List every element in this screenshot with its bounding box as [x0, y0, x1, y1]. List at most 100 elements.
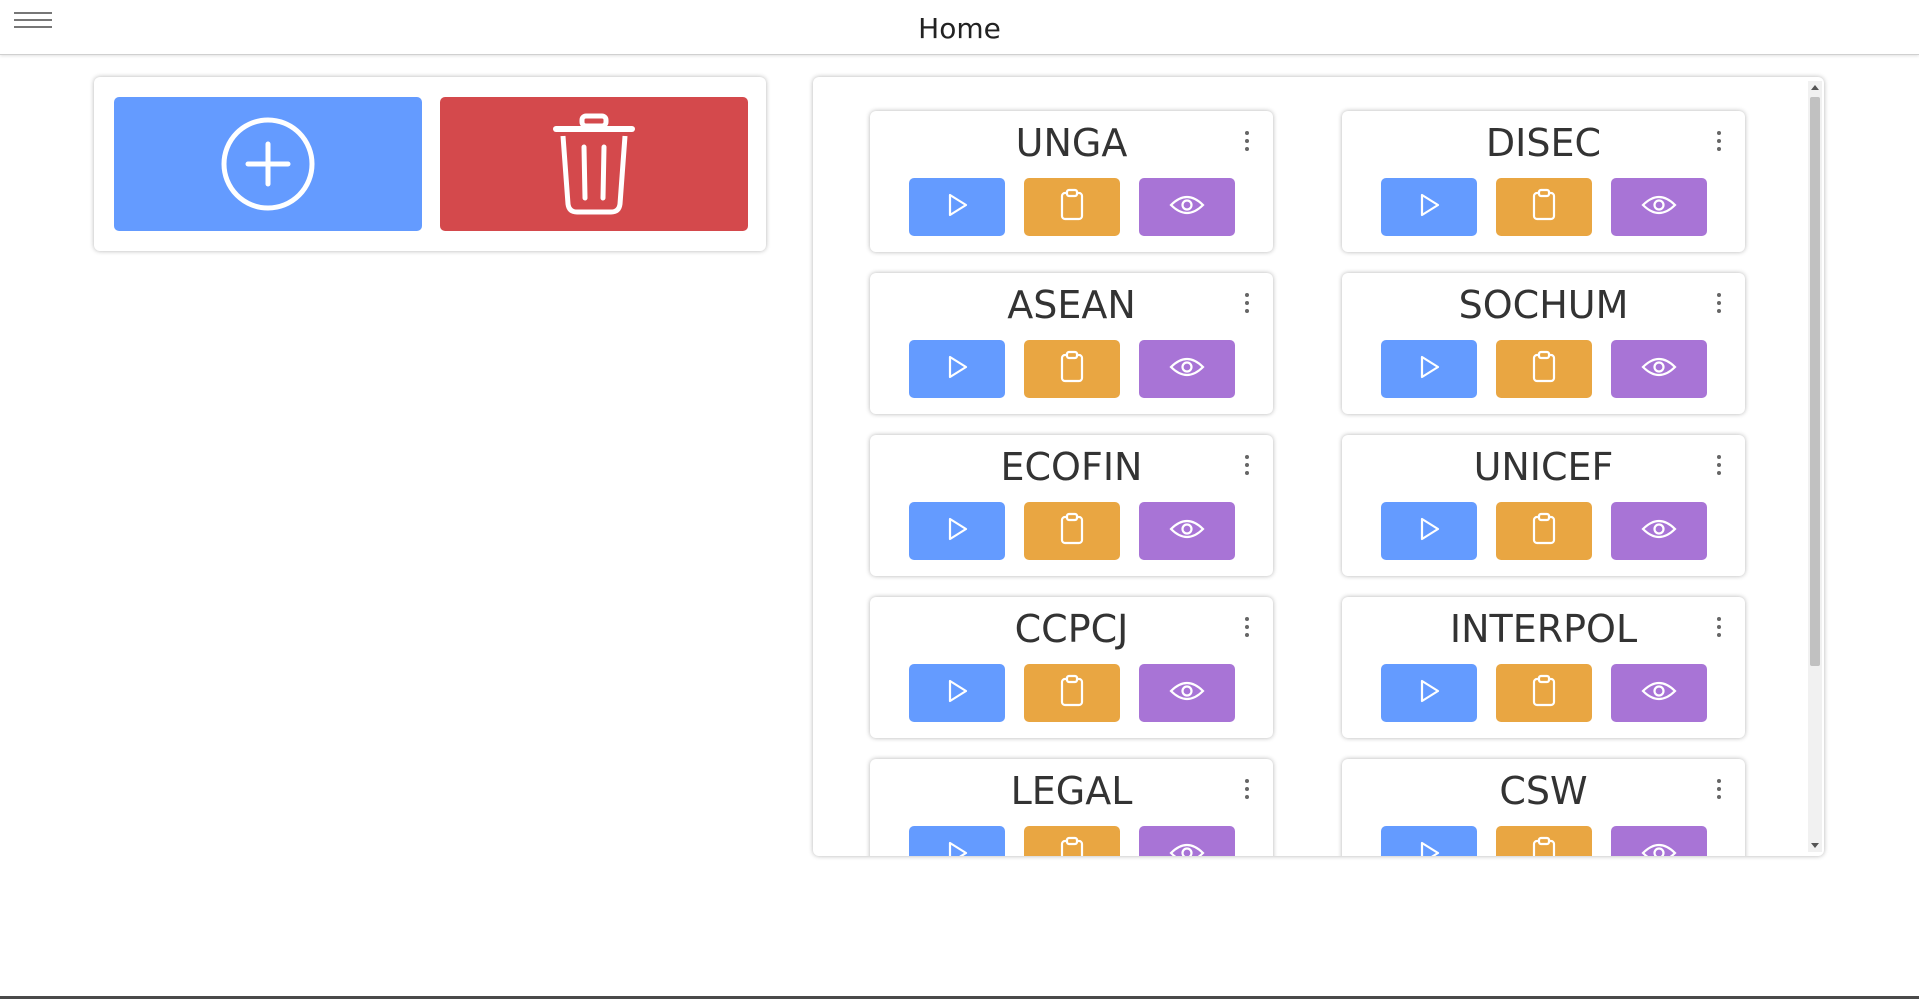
eye-icon	[1169, 841, 1205, 856]
notes-button[interactable]	[1024, 826, 1120, 856]
committee-list-panel: UNGA DISEC ASEAN SOCHUM ECOFIN UNICEF CCPCJ INT…	[813, 77, 1824, 856]
committee-name: UNICEF	[1473, 445, 1614, 489]
kebab-menu-icon[interactable]	[1243, 617, 1251, 643]
start-session-button[interactable]	[1381, 502, 1477, 560]
clipboard-icon	[1529, 350, 1559, 388]
committee-name: LEGAL	[1010, 769, 1133, 813]
scroll-down-arrow-icon[interactable]	[1811, 843, 1819, 848]
kebab-menu-icon[interactable]	[1715, 131, 1723, 157]
eye-icon	[1169, 355, 1205, 383]
notes-button[interactable]	[1496, 826, 1592, 856]
start-session-button[interactable]	[909, 826, 1005, 856]
view-button[interactable]	[1139, 340, 1235, 398]
clipboard-icon	[1529, 188, 1559, 226]
eye-icon	[1641, 355, 1677, 383]
committee-name: CCPCJ	[1014, 607, 1129, 651]
kebab-menu-icon[interactable]	[1243, 293, 1251, 319]
play-icon	[942, 352, 972, 386]
trash-icon	[553, 113, 635, 215]
notes-button[interactable]	[1496, 340, 1592, 398]
add-committee-button[interactable]	[114, 97, 422, 231]
page-title: Home	[918, 12, 1001, 45]
play-icon	[1414, 676, 1444, 710]
eye-icon	[1641, 841, 1677, 856]
notes-button[interactable]	[1024, 502, 1120, 560]
view-button[interactable]	[1611, 826, 1707, 856]
kebab-menu-icon[interactable]	[1715, 617, 1723, 643]
committee-card: UNICEF	[1342, 435, 1745, 576]
view-button[interactable]	[1139, 178, 1235, 236]
kebab-menu-icon[interactable]	[1243, 779, 1251, 805]
committee-card: INTERPOL	[1342, 597, 1745, 738]
notes-button[interactable]	[1496, 178, 1592, 236]
view-button[interactable]	[1139, 664, 1235, 722]
start-session-button[interactable]	[909, 664, 1005, 722]
start-session-button[interactable]	[909, 502, 1005, 560]
scrollbar-thumb[interactable]	[1810, 97, 1820, 666]
play-icon	[1414, 190, 1444, 224]
view-button[interactable]	[1611, 664, 1707, 722]
start-session-button[interactable]	[1381, 340, 1477, 398]
clipboard-icon	[1529, 836, 1559, 856]
clipboard-icon	[1057, 674, 1087, 712]
committee-name: SOCHUM	[1458, 283, 1629, 327]
play-icon	[1414, 514, 1444, 548]
kebab-menu-icon[interactable]	[1715, 779, 1723, 805]
eye-icon	[1169, 193, 1205, 221]
eye-icon	[1169, 517, 1205, 545]
delete-committees-button[interactable]	[440, 97, 748, 231]
play-icon	[1414, 352, 1444, 386]
committee-card: CCPCJ	[870, 597, 1273, 738]
notes-button[interactable]	[1024, 340, 1120, 398]
committee-name: UNGA	[1015, 121, 1128, 165]
play-icon	[942, 190, 972, 224]
committee-card: UNGA	[870, 111, 1273, 252]
play-icon	[942, 514, 972, 548]
committee-card: ASEAN	[870, 273, 1273, 414]
notes-button[interactable]	[1496, 664, 1592, 722]
kebab-menu-icon[interactable]	[1243, 131, 1251, 157]
notes-button[interactable]	[1496, 502, 1592, 560]
eye-icon	[1641, 193, 1677, 221]
clipboard-icon	[1529, 512, 1559, 550]
view-button[interactable]	[1611, 340, 1707, 398]
committee-card: DISEC	[1342, 111, 1745, 252]
clipboard-icon	[1057, 188, 1087, 226]
play-icon	[942, 676, 972, 710]
view-button[interactable]	[1139, 502, 1235, 560]
start-session-button[interactable]	[909, 178, 1005, 236]
view-button[interactable]	[1139, 826, 1235, 856]
committee-card: ECOFIN	[870, 435, 1273, 576]
eye-icon	[1641, 679, 1677, 707]
committee-name: CSW	[1499, 769, 1588, 813]
start-session-button[interactable]	[909, 340, 1005, 398]
start-session-button[interactable]	[1381, 826, 1477, 856]
notes-button[interactable]	[1024, 178, 1120, 236]
committee-name: INTERPOL	[1449, 607, 1638, 651]
start-session-button[interactable]	[1381, 178, 1477, 236]
committee-card: LEGAL	[870, 759, 1273, 856]
clipboard-icon	[1057, 350, 1087, 388]
scrollbar[interactable]	[1808, 81, 1822, 852]
eye-icon	[1641, 517, 1677, 545]
committee-name: DISEC	[1485, 121, 1602, 165]
scroll-up-arrow-icon[interactable]	[1811, 85, 1819, 90]
actions-panel	[94, 77, 766, 251]
start-session-button[interactable]	[1381, 664, 1477, 722]
clipboard-icon	[1529, 674, 1559, 712]
view-button[interactable]	[1611, 502, 1707, 560]
notes-button[interactable]	[1024, 664, 1120, 722]
kebab-menu-icon[interactable]	[1715, 455, 1723, 481]
view-button[interactable]	[1611, 178, 1707, 236]
committee-name: ASEAN	[1007, 283, 1136, 327]
clipboard-icon	[1057, 836, 1087, 856]
committee-card: SOCHUM	[1342, 273, 1745, 414]
top-bar: Home	[0, 0, 1919, 55]
eye-icon	[1169, 679, 1205, 707]
clipboard-icon	[1057, 512, 1087, 550]
kebab-menu-icon[interactable]	[1243, 455, 1251, 481]
committee-card: CSW	[1342, 759, 1745, 856]
add-circle-icon	[221, 117, 315, 211]
kebab-menu-icon[interactable]	[1715, 293, 1723, 319]
play-icon	[1414, 838, 1444, 856]
